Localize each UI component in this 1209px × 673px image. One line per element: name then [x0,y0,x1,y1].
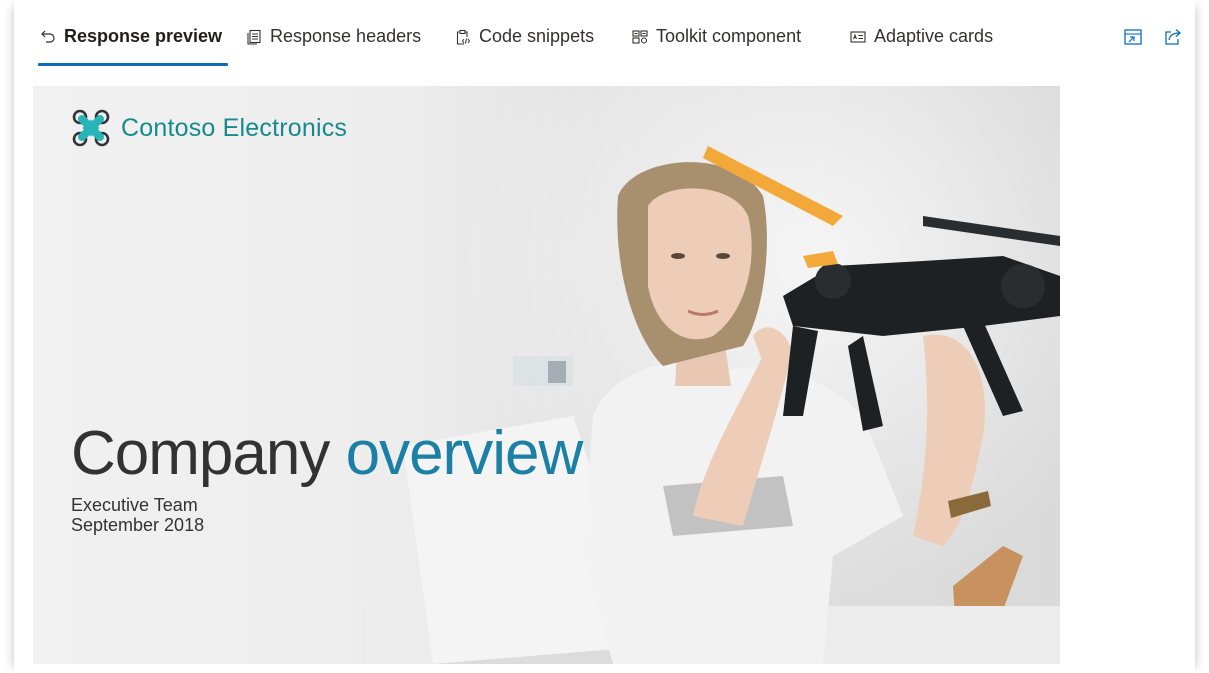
share-icon [1163,27,1183,47]
adaptive-card-icon [850,29,866,45]
response-panel: Response preview Response headers Code s… [14,0,1195,673]
drone-logo-icon [71,108,111,148]
tab-label: Response headers [270,26,422,46]
tab-label: Adaptive cards [874,26,994,46]
slide-preview-image: Contoso Electronics Company overview Exe… [33,86,1060,664]
tab-code-snippets[interactable]: Code snippets [455,26,594,66]
undo-arrow-icon [40,29,56,45]
tab-label: Response preview [64,26,223,46]
expand-button[interactable] [1123,27,1143,47]
clipboard-code-icon [455,29,471,45]
slide-headline: Company overview [71,418,584,489]
tab-label: Toolkit component [656,26,802,46]
tab-response-headers[interactable]: Response headers [246,26,421,66]
slide-subtitle-date: September 2018 [71,515,205,535]
response-tab-bar: Response preview Response headers Code s… [14,0,1195,70]
headline-word-company: Company [71,419,330,488]
headline-word-overview: overview [345,419,584,488]
slide-subtitle-team: Executive Team [71,495,198,515]
expand-window-icon [1123,27,1143,47]
tab-toolkit-component[interactable]: Toolkit component [632,26,801,66]
brand-name: Contoso Electronics [121,113,348,142]
drone-photo [363,86,1060,664]
toolkit-component-icon [632,29,648,45]
tab-adaptive-cards[interactable]: Adaptive cards [850,26,993,66]
tab-label: Code snippets [479,26,595,46]
tab-response-preview[interactable]: Response preview [37,26,229,66]
document-lines-icon [246,29,262,45]
share-button[interactable] [1163,27,1183,47]
contoso-logo: Contoso Electronics [71,108,347,148]
